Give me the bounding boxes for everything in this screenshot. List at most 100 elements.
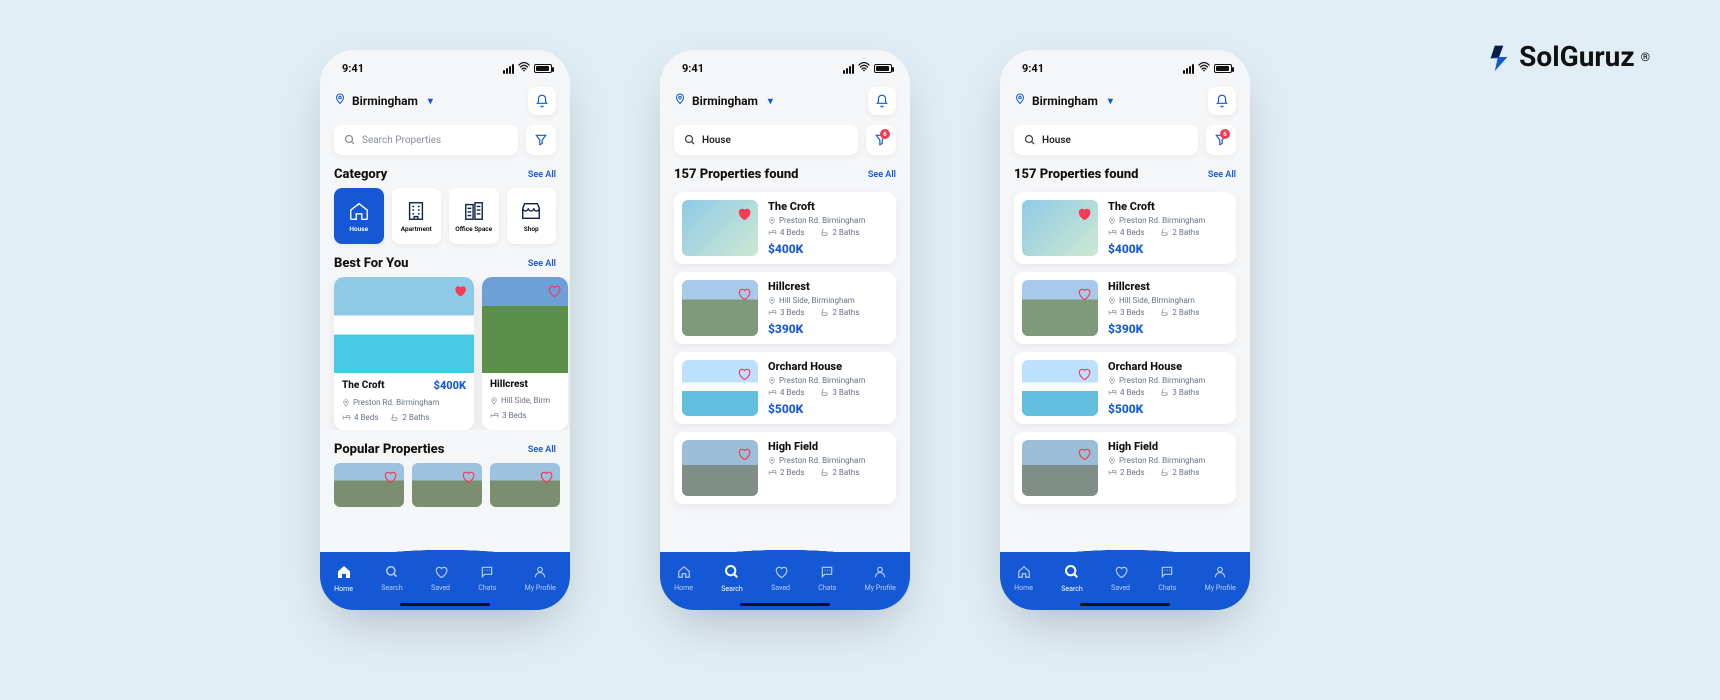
list-item[interactable]: The CroftPreston Rd. Birmingham4 Beds2 B… <box>1014 192 1236 264</box>
best-title: Best For You <box>334 256 408 271</box>
beds-stat: 3 Beds <box>1108 308 1144 317</box>
location-selector[interactable]: Birmingham ▾ <box>1014 93 1113 109</box>
baths-stat: 2 Baths <box>1160 308 1199 317</box>
status-time: 9:41 <box>342 62 364 75</box>
popular-thumb[interactable] <box>490 463 560 507</box>
nav-home[interactable]: Home <box>1014 565 1033 592</box>
search-placeholder: Search Properties <box>362 135 441 146</box>
favorite-button[interactable] <box>1076 206 1092 222</box>
favorite-button[interactable] <box>1076 366 1092 382</box>
bed-icon <box>768 468 777 477</box>
results-see-all[interactable]: See All <box>1208 170 1236 180</box>
favorite-button[interactable] <box>1076 446 1092 462</box>
brand-name: SolGuruz <box>1519 40 1634 73</box>
heart-icon <box>1114 565 1128 582</box>
search-input[interactable]: House <box>674 125 858 155</box>
chevron-down-icon: ▾ <box>768 96 773 107</box>
status-bar: 9:41 <box>320 50 570 81</box>
heart-icon <box>737 207 751 221</box>
notifications-button[interactable] <box>1208 87 1236 115</box>
baths-stat: 2 Baths <box>820 308 859 317</box>
nav-chats[interactable]: Chats <box>818 565 836 592</box>
baths-stat: 2 Baths <box>1160 468 1199 477</box>
nav-chats[interactable]: Chats <box>1158 565 1176 592</box>
search-input[interactable]: House <box>1014 125 1198 155</box>
list-item[interactable]: High FieldPreston Rd. Birmingham2 Beds2 … <box>674 432 896 504</box>
location-selector[interactable]: Birmingham ▾ <box>334 93 433 109</box>
shop-icon <box>520 200 542 222</box>
filter-button[interactable]: 6 <box>866 125 896 155</box>
search-input[interactable]: Search Properties <box>334 125 518 155</box>
notifications-button[interactable] <box>868 87 896 115</box>
bell-icon <box>875 94 889 108</box>
nav-profile[interactable]: My Profile <box>525 565 556 592</box>
status-time: 9:41 <box>682 62 704 75</box>
favorite-button[interactable] <box>736 206 752 222</box>
nav-chats[interactable]: Chats <box>478 565 496 592</box>
nav-home[interactable]: Home <box>334 564 353 593</box>
favorite-button[interactable] <box>538 469 554 485</box>
list-item[interactable]: Orchard HousePreston Rd. Birmingham4 Bed… <box>674 352 896 424</box>
listing-image <box>682 440 758 496</box>
popular-see-all[interactable]: See All <box>528 445 556 455</box>
baths-stat: 3 Baths <box>820 388 859 397</box>
filter-button[interactable]: 6 <box>1206 125 1236 155</box>
favorite-button[interactable] <box>546 283 562 299</box>
category-apartment[interactable]: Apartment <box>392 188 442 244</box>
category-shop[interactable]: Shop <box>507 188 557 244</box>
nav-profile[interactable]: My Profile <box>1205 565 1236 592</box>
nav-search[interactable]: Search <box>381 565 403 592</box>
property-location: Hill Side, Birm <box>490 396 560 405</box>
beds-stat: 4 Beds <box>1108 388 1144 397</box>
nav-search[interactable]: Search <box>721 564 743 593</box>
bath-icon <box>1160 228 1169 237</box>
search-icon <box>385 565 399 582</box>
brand-logo-block: SolGuruz® <box>1485 40 1650 73</box>
category-office-space[interactable]: Office Space <box>449 188 499 244</box>
favorite-button[interactable] <box>736 366 752 382</box>
nav-home[interactable]: Home <box>674 565 693 592</box>
nav-saved[interactable]: Saved <box>1111 565 1130 592</box>
list-item[interactable]: The CroftPreston Rd. Birmingham4 Beds2 B… <box>674 192 896 264</box>
popular-title: Popular Properties <box>334 442 444 457</box>
nav-saved[interactable]: Saved <box>431 565 450 592</box>
location-selector[interactable]: Birmingham ▾ <box>674 93 773 109</box>
property-card[interactable]: The Croft $400K Preston Rd. Birmingham 4… <box>334 277 474 430</box>
list-item[interactable]: HillcrestHill Side, Birmingham3 Beds2 Ba… <box>674 272 896 344</box>
favorite-button[interactable] <box>736 446 752 462</box>
heart-icon <box>461 470 475 484</box>
nav-saved[interactable]: Saved <box>771 565 790 592</box>
home-indicator <box>740 603 830 606</box>
favorite-button[interactable] <box>460 469 476 485</box>
notifications-button[interactable] <box>528 87 556 115</box>
favorite-button[interactable] <box>736 286 752 302</box>
favorite-button[interactable] <box>452 283 468 299</box>
best-see-all[interactable]: See All <box>528 259 556 269</box>
listing-location: Preston Rd. Birmingham <box>768 376 888 385</box>
list-item[interactable]: Orchard HousePreston Rd. Birmingham4 Bed… <box>1014 352 1236 424</box>
list-item[interactable]: High FieldPreston Rd. Birmingham2 Beds2 … <box>1014 432 1236 504</box>
results-see-all[interactable]: See All <box>868 170 896 180</box>
listing-price: $500K <box>768 402 888 416</box>
list-item[interactable]: HillcrestHill Side, Birmingham3 Beds2 Ba… <box>1014 272 1236 344</box>
favorite-button[interactable] <box>1076 286 1092 302</box>
status-time: 9:41 <box>1022 62 1044 75</box>
pin-icon <box>768 217 776 225</box>
chat-icon <box>820 565 834 582</box>
listing-title: The Croft <box>768 200 888 213</box>
popular-thumb[interactable] <box>412 463 482 507</box>
category-see-all[interactable]: See All <box>528 170 556 180</box>
nav-search[interactable]: Search <box>1061 564 1083 593</box>
search-icon <box>1024 134 1036 146</box>
status-bar: 9:41 <box>660 50 910 81</box>
bed-icon <box>342 413 351 422</box>
pin-icon <box>1108 377 1116 385</box>
category-house[interactable]: House <box>334 188 384 244</box>
nav-profile[interactable]: My Profile <box>865 565 896 592</box>
favorite-button[interactable] <box>382 469 398 485</box>
wifi-icon <box>1198 62 1210 75</box>
listing-location: Hill Side, Birmingham <box>1108 296 1228 305</box>
filter-button[interactable] <box>526 125 556 155</box>
property-card[interactable]: Hillcrest Hill Side, Birm 3 Beds <box>482 277 568 430</box>
popular-thumb[interactable] <box>334 463 404 507</box>
